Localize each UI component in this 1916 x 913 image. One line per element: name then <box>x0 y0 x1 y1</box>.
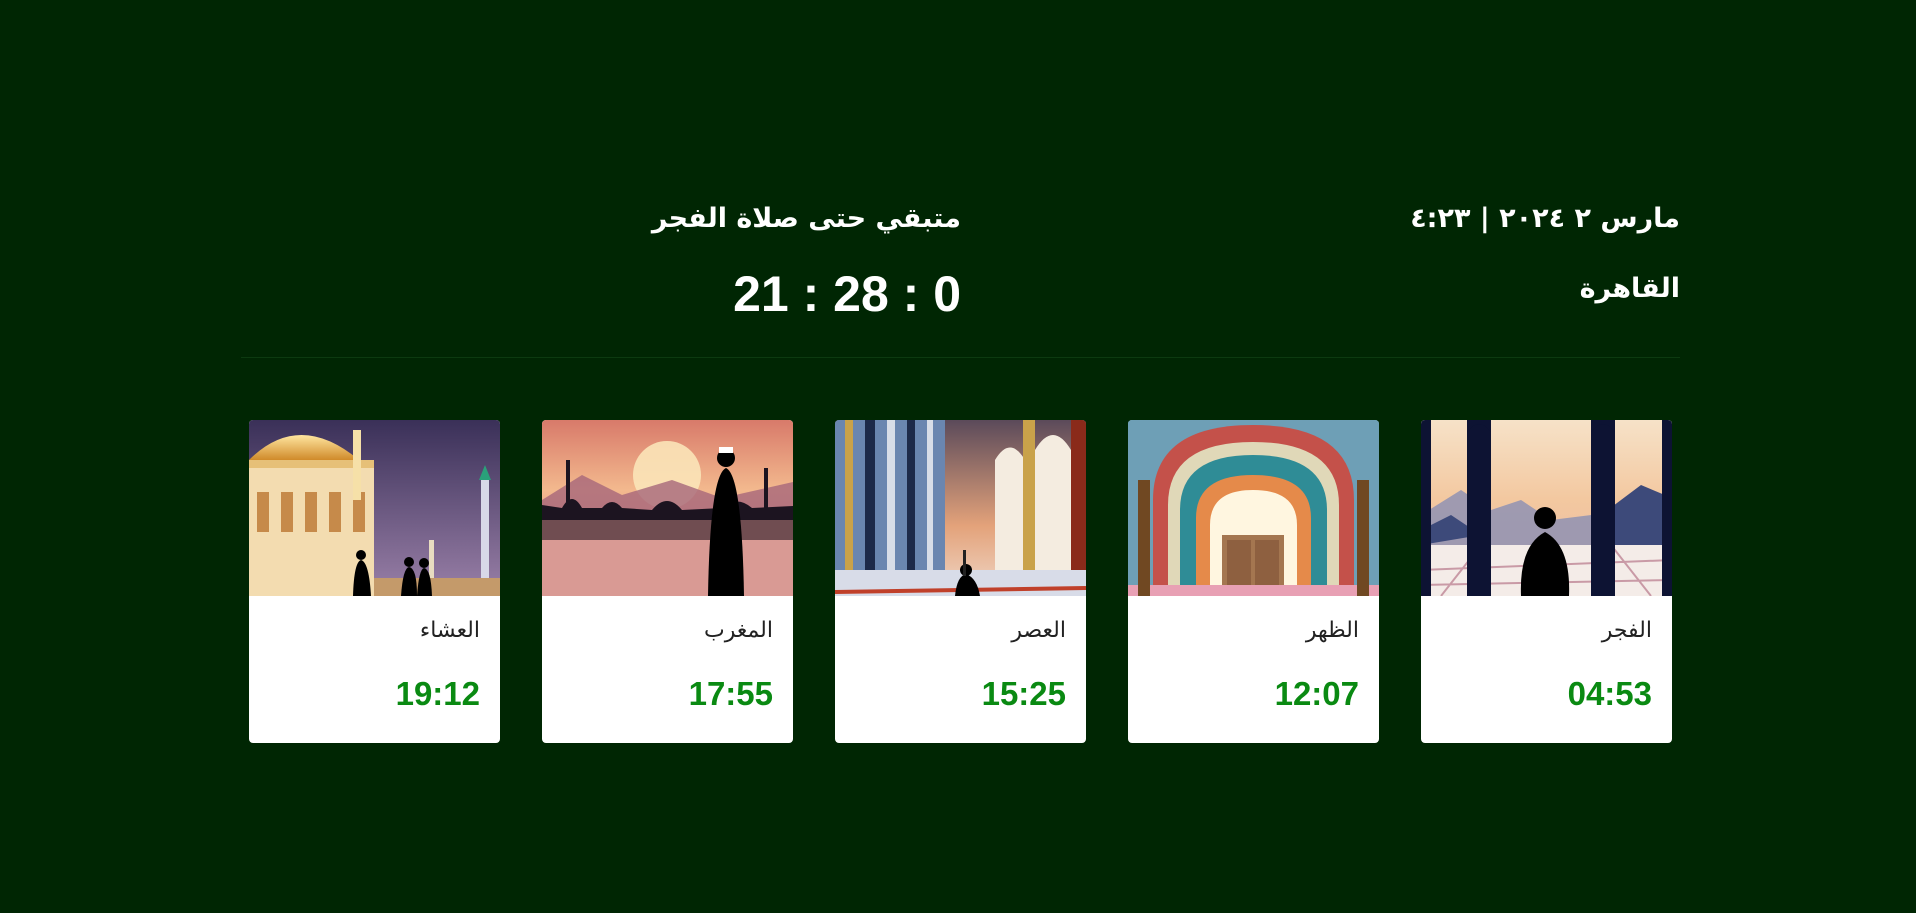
main-container: مارس ٢ ٢٠٢٤ | ٤:٢٣ القاهرة متبقي حتى صلا… <box>241 0 1680 913</box>
mosque-colonnade-image <box>835 420 1086 596</box>
prayer-time: 19:12 <box>395 675 480 712</box>
prayer-time: 04:53 <box>1567 675 1652 712</box>
mosque-arch-interior-image <box>1128 420 1379 596</box>
seated-worshipper-dawn-image <box>1421 420 1672 596</box>
prayer-time: 15:25 <box>981 675 1066 712</box>
prayer-card-isha: العشاء 19:12 <box>249 420 500 743</box>
prayer-cards: الفجر 04:53 الظهر 12:07 العصر 15:25 المغ… <box>249 420 1672 743</box>
city-name: القاهرة <box>1579 273 1680 304</box>
prayer-time: 17:55 <box>688 675 773 712</box>
current-datetime: مارس ٢ ٢٠٢٤ | ٤:٢٣ <box>1410 203 1680 234</box>
prayer-name: العصر <box>1011 618 1066 643</box>
mosque-night-image <box>249 420 500 596</box>
prayer-name: المغرب <box>704 618 773 643</box>
date-location-block: مارس ٢ ٢٠٢٤ | ٤:٢٣ القاهرة <box>1410 200 1680 308</box>
next-prayer-block: متبقي حتى صلاة الفجر 21 : 28 : 0 <box>652 200 961 322</box>
next-prayer-label: متبقي حتى صلاة الفجر <box>651 203 961 234</box>
prayer-name: الفجر <box>1601 618 1652 643</box>
prayer-card-dhuhr: الظهر 12:07 <box>1128 420 1379 743</box>
prayer-card-asr: العصر 15:25 <box>835 420 1086 743</box>
header-divider <box>241 357 1680 358</box>
countdown-timer: 21 : 28 : 0 <box>733 266 961 322</box>
sunset-mosque-silhouette-image <box>542 420 793 596</box>
prayer-name: الظهر <box>1305 618 1359 643</box>
prayer-time: 12:07 <box>1274 675 1359 712</box>
prayer-card-maghrib: المغرب 17:55 <box>542 420 793 743</box>
prayer-name: العشاء <box>419 618 480 643</box>
prayer-card-fajr: الفجر 04:53 <box>1421 420 1672 743</box>
